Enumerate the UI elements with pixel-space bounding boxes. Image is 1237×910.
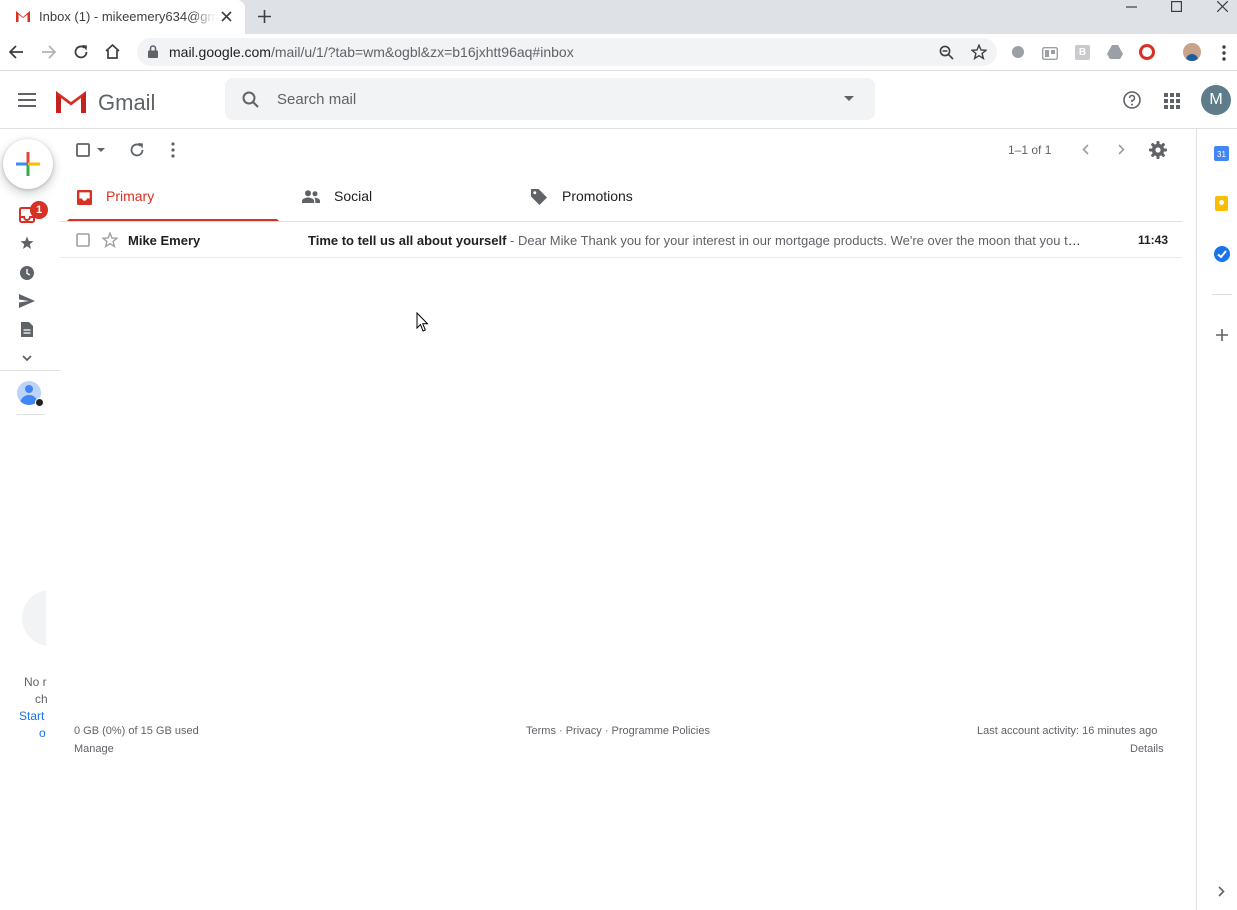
lock-icon [148, 45, 158, 58]
bookmark-star-icon[interactable] [971, 44, 987, 60]
browser-toolbar: mail.google.com/mail/u/1/?tab=wm&ogbl&zx… [0, 34, 1237, 71]
tab-social-label: Social [334, 188, 373, 204]
extension-red-icon[interactable] [1139, 44, 1155, 60]
storage-usage: 0 GB (0%) of 15 GB used [74, 725, 199, 737]
browser-tab-strip: Inbox (1) - mikeemery634@gmail.com [0, 0, 1237, 34]
select-all-checkbox[interactable] [76, 143, 90, 157]
compose-plus-icon [16, 152, 40, 176]
url-text: mail.google.com/mail/u/1/?tab=wm&ogbl&zx… [169, 44, 574, 60]
gmail-wordmark: Gmail [98, 90, 156, 115]
extension-trello-icon[interactable] [1042, 45, 1058, 60]
address-bar[interactable]: mail.google.com/mail/u/1/?tab=wm&ogbl&zx… [137, 38, 997, 66]
forward-icon[interactable] [41, 45, 56, 59]
newer-chevron-left-icon[interactable] [1082, 144, 1089, 155]
sent-icon[interactable] [19, 294, 35, 308]
keep-icon[interactable] [1215, 196, 1228, 211]
policy-links[interactable]: Terms · Privacy · Programme Policies [526, 725, 710, 737]
gmail-logo-icon[interactable] [54, 88, 88, 113]
gmail-favicon-icon [15, 10, 31, 23]
main-menu-icon[interactable] [18, 93, 36, 107]
star-outline-icon[interactable] [102, 232, 118, 248]
email-subject-line: Time to tell us all about yourself - Dea… [308, 233, 1083, 248]
add-addon-plus-icon[interactable] [1216, 329, 1228, 341]
more-labels-chevron-down-icon[interactable] [22, 355, 32, 362]
maximize-window-icon[interactable] [1171, 1, 1182, 12]
email-sender: Mike Emery [128, 233, 201, 248]
close-tab-icon[interactable] [221, 11, 232, 22]
tab-promotions-label: Promotions [562, 188, 633, 204]
back-icon[interactable] [9, 45, 24, 59]
search-bar[interactable]: Search mail [225, 78, 875, 120]
side-panel-expand-chevron-icon[interactable] [1218, 886, 1225, 897]
side-panel-divider [1212, 294, 1232, 295]
help-icon[interactable] [1123, 91, 1141, 109]
last-activity: Last account activity: 16 minutes ago [977, 725, 1158, 737]
starred-icon[interactable] [20, 236, 34, 250]
hangouts-empty-line-1: No r [24, 675, 47, 689]
profile-photo-icon[interactable] [1183, 43, 1201, 61]
google-drive-icon[interactable] [1107, 45, 1123, 59]
email-subject: Time to tell us all about yourself [308, 233, 507, 248]
email-snippet: - Dear Mike Thank you for your interest … [510, 233, 1083, 248]
email-row[interactable]: Mike Emery Time to tell us all about you… [60, 222, 1182, 258]
drafts-icon[interactable] [21, 322, 33, 337]
browser-tab-title: Inbox (1) - mikeemery634@gmail.com [39, 9, 215, 24]
url-path: /mail/u/1/?tab=wm&ogbl&zx=b16jxhtt96aq#i… [270, 44, 574, 60]
search-icon[interactable] [242, 91, 259, 108]
calendar-icon[interactable]: 31 [1214, 146, 1229, 161]
rail-divider [0, 370, 60, 371]
inbox-unread-badge: 1 [30, 201, 48, 219]
social-people-icon [302, 190, 320, 203]
close-window-icon[interactable] [1217, 1, 1228, 12]
browser-menu-icon[interactable] [1222, 45, 1226, 61]
settings-gear-icon[interactable] [1149, 141, 1167, 159]
tab-social[interactable]: Social [279, 172, 501, 222]
gmail-header: Gmail Search mail M [0, 71, 1237, 129]
hangouts-divider [17, 414, 45, 415]
row-checkbox[interactable] [76, 233, 90, 247]
apps-grid-icon[interactable] [1164, 93, 1180, 109]
more-actions-icon[interactable] [171, 142, 175, 158]
promotions-tag-icon [531, 189, 547, 205]
hangouts-chat-bubble-icon [22, 590, 46, 646]
tasks-icon[interactable] [1214, 246, 1230, 262]
account-avatar[interactable]: M [1201, 85, 1231, 115]
pagination-text: 1–1 of 1 [1008, 143, 1052, 157]
snoozed-icon[interactable] [20, 266, 34, 280]
compose-button[interactable] [3, 139, 53, 189]
tab-primary[interactable]: Primary [67, 172, 279, 222]
browser-tab[interactable]: Inbox (1) - mikeemery634@gmail.com [0, 0, 245, 34]
zoom-icon[interactable] [939, 45, 954, 60]
email-time: 11:43 [1138, 233, 1169, 247]
tab-promotions[interactable]: Promotions [501, 172, 723, 222]
minimize-window-icon[interactable] [1126, 6, 1137, 8]
home-icon[interactable] [104, 43, 121, 60]
side-panel: 31 [1196, 129, 1237, 910]
new-tab-icon[interactable] [258, 10, 271, 23]
primary-inbox-icon [77, 190, 92, 205]
extension-b-icon[interactable]: B [1075, 45, 1090, 60]
mouse-cursor-icon [416, 312, 429, 333]
reload-icon[interactable] [73, 44, 89, 60]
activity-details-link[interactable]: Details [1130, 743, 1164, 755]
manage-storage-link[interactable]: Manage [74, 743, 114, 755]
search-input[interactable]: Search mail [277, 91, 356, 108]
refresh-icon[interactable] [129, 142, 145, 158]
hangouts-start-link-cont[interactable]: o [39, 726, 46, 740]
select-menu-chevron-icon[interactable] [97, 148, 105, 152]
hangouts-start-link[interactable]: Start [19, 709, 44, 723]
extension-dark-icon[interactable] [1012, 46, 1024, 58]
tab-primary-label: Primary [106, 188, 155, 204]
hangouts-empty-line-2: ch [35, 692, 48, 706]
search-options-icon[interactable] [844, 96, 854, 101]
older-chevron-right-icon[interactable] [1118, 144, 1125, 155]
url-host: mail.google.com [169, 44, 271, 60]
presence-status-dot [35, 398, 44, 407]
